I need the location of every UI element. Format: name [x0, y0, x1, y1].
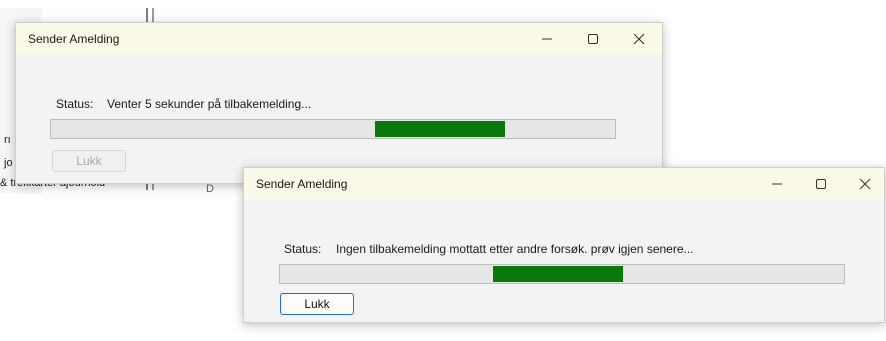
progress-fill — [493, 266, 623, 282]
close-window-button[interactable] — [616, 23, 662, 55]
lukk-button[interactable]: Lukk — [280, 293, 354, 315]
close-window-button[interactable] — [842, 168, 886, 200]
lukk-button[interactable]: Lukk — [52, 150, 126, 172]
status-label: Status: — [56, 97, 94, 111]
status-text: Ingen tilbakemelding mottatt etter andre… — [336, 242, 694, 256]
background-divider — [152, 8, 154, 22]
progress-fill — [375, 121, 505, 137]
minimize-button[interactable] — [524, 23, 570, 55]
maximize-button[interactable] — [798, 168, 844, 200]
maximize-button[interactable] — [570, 23, 616, 55]
status-text: Venter 5 sekunder på tilbakemelding... — [107, 97, 312, 111]
status-label: Status: — [284, 242, 322, 256]
minimize-icon — [772, 183, 782, 185]
background-divider — [146, 8, 148, 22]
minimize-icon — [542, 38, 552, 40]
progress-bar — [279, 264, 845, 284]
background-text: D — [206, 183, 214, 195]
maximize-icon — [588, 34, 598, 44]
title-bar[interactable]: Sender Amelding — [16, 23, 662, 55]
close-icon — [859, 178, 871, 190]
close-icon — [633, 33, 645, 45]
maximize-icon — [816, 179, 826, 189]
background-text: jo — [4, 157, 13, 169]
minimize-button[interactable] — [754, 168, 800, 200]
progress-dialog-2: Sender Amelding Status: Ingen tilbakemel… — [243, 167, 885, 323]
title-bar[interactable]: Sender Amelding — [244, 168, 884, 200]
dialog-title: Sender Amelding — [28, 32, 120, 46]
dialog-title: Sender Amelding — [256, 177, 348, 191]
background-text: rı — [4, 134, 11, 146]
progress-bar — [50, 119, 616, 139]
progress-dialog-1: Sender Amelding Status: Venter 5 sekunde… — [15, 22, 663, 184]
